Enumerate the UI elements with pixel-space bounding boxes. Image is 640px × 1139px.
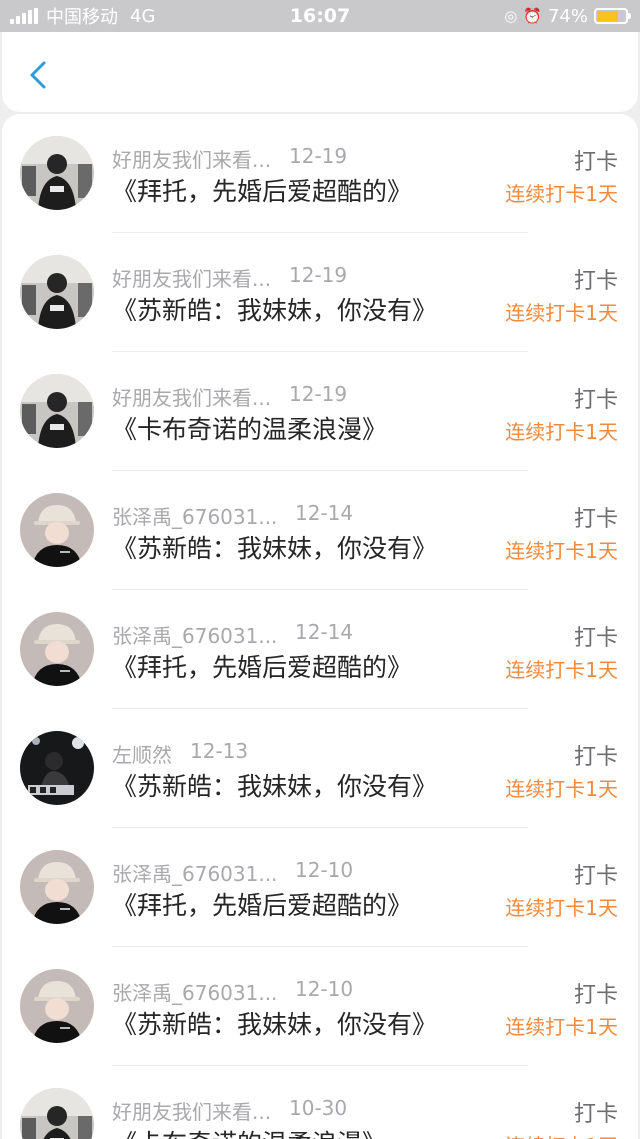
avatar[interactable] [20, 969, 94, 1043]
streak-label: 连续打卡1天 [505, 539, 618, 563]
avatar[interactable] [20, 136, 94, 210]
chevron-left-icon[interactable] [26, 60, 50, 90]
streak-label: 连续打卡1天 [505, 777, 618, 801]
avatar[interactable] [20, 850, 94, 924]
checkin-button[interactable]: 打卡 [574, 1096, 618, 1128]
list-item[interactable]: 好朋友我们来看... 12-19 《苏新皓：我妹妹，你没有》 打卡连续打卡1天 [2, 233, 638, 352]
avatar[interactable] [20, 731, 94, 805]
list-item[interactable]: 左顺然 12-13 《苏新皓：我妹妹，你没有》 打卡连续打卡1天 [2, 709, 638, 828]
checkin-button[interactable]: 打卡 [574, 501, 618, 533]
streak-label: 连续打卡1天 [505, 658, 618, 682]
post-date: 12-19 [289, 144, 348, 168]
user-name: 张泽禹_676031... [112, 862, 278, 886]
avatar[interactable] [20, 612, 94, 686]
list-item[interactable]: 张泽禹_676031... 12-10 《拜托，先婚后爱超酷的》 打卡连续打卡1天 [2, 828, 638, 947]
streak-label: 连续打卡1天 [505, 301, 618, 325]
avatar[interactable] [20, 1088, 94, 1139]
checkin-button[interactable]: 打卡 [574, 263, 618, 295]
post-date: 12-10 [295, 977, 354, 1001]
user-name: 好朋友我们来看... [112, 386, 272, 410]
list-item[interactable]: 好朋友我们来看... 12-19 《卡布奇诺的温柔浪漫》 打卡连续打卡1天 [2, 352, 638, 471]
streak-label: 连续打卡1天 [505, 1015, 618, 1039]
post-date: 12-13 [190, 739, 249, 763]
streak-label: 连续打卡1天 [505, 1130, 618, 1139]
checkin-button[interactable]: 打卡 [574, 739, 618, 771]
battery-percent: 74% [547, 5, 588, 27]
post-date: 12-14 [295, 620, 354, 644]
user-name: 张泽禹_676031... [112, 505, 278, 529]
book-title: 《拜托，先婚后爱超酷的》 [112, 177, 413, 206]
nav-header [2, 32, 638, 112]
list-item[interactable]: 好朋友我们来看... 12-19 《拜托，先婚后爱超酷的》 打卡连续打卡1天 [2, 114, 638, 233]
list-item[interactable]: 张泽禹_676031... 12-10 《苏新皓：我妹妹，你没有》 打卡连续打卡1天 [2, 947, 638, 1066]
list-item[interactable]: 张泽禹_676031... 12-14 《拜托，先婚后爱超酷的》 打卡连续打卡1天 [2, 590, 638, 709]
book-title: 《拜托，先婚后爱超酷的》 [112, 653, 413, 682]
location-lock-icon: ◎ [504, 7, 518, 25]
book-title: 《苏新皓：我妹妹，你没有》 [112, 772, 438, 801]
avatar[interactable] [20, 374, 94, 448]
checkin-button[interactable]: 打卡 [574, 382, 618, 414]
user-name: 左顺然 [112, 743, 172, 767]
post-date: 12-10 [295, 858, 354, 882]
battery-icon [594, 8, 631, 24]
checkin-button[interactable]: 打卡 [574, 858, 618, 890]
book-title: 《拜托，先婚后爱超酷的》 [112, 891, 413, 920]
list-item[interactable]: 好朋友我们来看... 10-30 《卡布奇诺的温柔浪漫》 打卡连续打卡1天 [2, 1066, 638, 1139]
battery-fill [597, 11, 618, 21]
post-date: 10-30 [289, 1096, 348, 1120]
status-bar: 中国移动 4G 16:07 ◎ ⏰ 74% [0, 0, 640, 32]
book-title: 《苏新皓：我妹妹，你没有》 [112, 534, 438, 563]
book-title: 《卡布奇诺的温柔浪漫》 [112, 415, 388, 444]
checkin-button[interactable]: 打卡 [574, 620, 618, 652]
streak-label: 连续打卡1天 [505, 182, 618, 206]
book-title: 《苏新皓：我妹妹，你没有》 [112, 296, 438, 325]
user-name: 好朋友我们来看... [112, 148, 272, 172]
list-item[interactable]: 张泽禹_676031... 12-14 《苏新皓：我妹妹，你没有》 打卡连续打卡1天 [2, 471, 638, 590]
checkin-button[interactable]: 打卡 [574, 144, 618, 176]
user-name: 好朋友我们来看... [112, 1100, 272, 1124]
post-date: 12-19 [289, 382, 348, 406]
avatar[interactable] [20, 255, 94, 329]
user-name: 张泽禹_676031... [112, 981, 278, 1005]
user-name: 张泽禹_676031... [112, 624, 278, 648]
avatar[interactable] [20, 493, 94, 567]
status-bar-right: ◎ ⏰ 74% [504, 5, 631, 27]
book-title: 《苏新皓：我妹妹，你没有》 [112, 1010, 438, 1039]
post-date: 12-14 [295, 501, 354, 525]
streak-label: 连续打卡1天 [505, 420, 618, 444]
user-name: 好朋友我们来看... [112, 267, 272, 291]
checkin-button[interactable]: 打卡 [574, 977, 618, 1009]
alarm-icon: ⏰ [523, 7, 542, 25]
book-title: 《卡布奇诺的温柔浪漫》 [112, 1124, 387, 1139]
checkin-list: 好朋友我们来看... 12-19 《拜托，先婚后爱超酷的》 打卡 连续打卡1天 好朋友我们… [2, 114, 638, 1139]
streak-label: 连续打卡1天 [505, 896, 618, 920]
post-date: 12-19 [289, 263, 348, 287]
